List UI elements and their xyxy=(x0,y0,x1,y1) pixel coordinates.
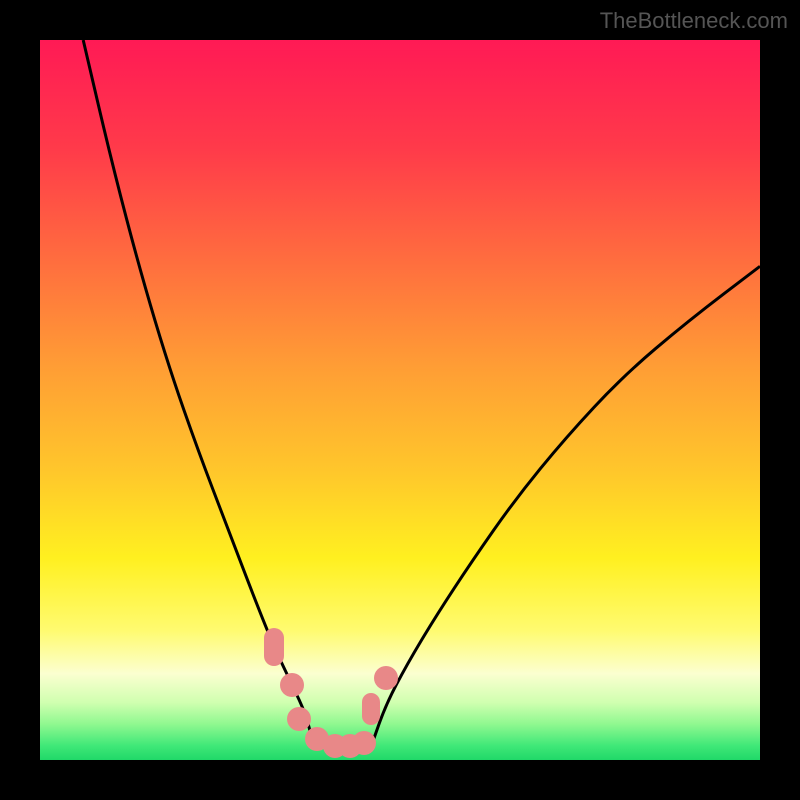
curve-marker xyxy=(362,693,380,725)
curve-marker xyxy=(287,707,311,731)
chart-container xyxy=(40,40,760,760)
curve-overlay xyxy=(40,40,760,760)
curve-marker xyxy=(264,628,284,666)
curve-marker xyxy=(374,666,398,690)
right-curve-line xyxy=(371,266,760,746)
curve-marker xyxy=(280,673,304,697)
watermark-text: TheBottleneck.com xyxy=(600,8,788,34)
curve-marker xyxy=(352,731,376,755)
